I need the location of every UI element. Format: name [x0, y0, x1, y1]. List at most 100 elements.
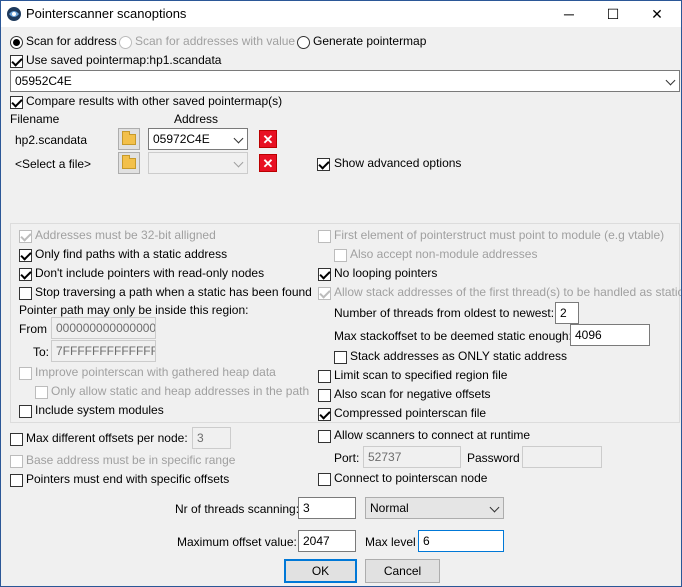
delete-icon: ✕ [262, 155, 274, 171]
scan-for-value-radio[interactable] [119, 36, 132, 49]
compare-row-filename: <Select a file> [15, 157, 92, 171]
thread-priority-select[interactable]: Normal [365, 497, 504, 519]
allow-runtime-label: Allow scanners to connect at runtime [334, 428, 531, 442]
chevron-down-icon [665, 75, 676, 86]
negative-offsets-checkbox[interactable] [318, 389, 331, 402]
port-field[interactable]: 52737 [363, 446, 461, 468]
address-combobox[interactable]: 05952C4E [10, 70, 680, 92]
max-level-field[interactable]: 6 [418, 530, 504, 552]
threads-oldest-label: Number of threads from oldest to newest: [334, 306, 555, 320]
accept-non-module-label: Also accept non-module addresses [350, 247, 538, 261]
only-static-heap-checkbox[interactable] [35, 386, 48, 399]
include-system-checkbox[interactable] [19, 405, 32, 418]
no-looping-checkbox[interactable] [318, 268, 331, 281]
folder-icon [122, 130, 136, 145]
password-field[interactable] [522, 446, 602, 468]
compare-results-checkbox[interactable] [10, 96, 23, 109]
address-combobox-value: 05952C4E [15, 74, 72, 88]
only-static-heap-label: Only allow static and heap addresses in … [51, 384, 310, 398]
maximize-button[interactable]: ☐ [591, 1, 635, 27]
base-address-range-checkbox[interactable] [10, 455, 23, 468]
folder-icon [122, 154, 136, 169]
max-offset-field[interactable]: 2047 [298, 530, 356, 552]
password-label: Password [467, 451, 520, 465]
max-offsets-label: Max different offsets per node: [26, 431, 188, 445]
max-offsets-checkbox[interactable] [10, 433, 23, 446]
threads-oldest-field[interactable]: 2 [555, 302, 579, 324]
connect-node-checkbox[interactable] [318, 473, 331, 486]
compare-row-address-combo[interactable]: 05972C4E [148, 128, 248, 150]
threads-label: Nr of threads scanning: [175, 502, 300, 516]
stop-traversing-label: Stop traversing a path when a static has… [35, 285, 312, 299]
delete-row-button[interactable]: ✕ [259, 130, 277, 148]
stop-traversing-checkbox[interactable] [19, 287, 32, 300]
compare-results-label: Compare results with other saved pointer… [26, 94, 283, 108]
delete-icon: ✕ [262, 131, 274, 147]
compressed-checkbox[interactable] [318, 408, 331, 421]
title-bar: Pointerscanner scanoptions ─ ☐ ✕ [1, 1, 681, 27]
no-readonly-label: Don't include pointers with read-only no… [35, 266, 265, 280]
allow-stack-label: Allow stack addresses of the first threa… [334, 285, 682, 299]
cancel-button[interactable]: Cancel [365, 559, 440, 583]
app-icon [7, 7, 21, 21]
only-static-label: Only find paths with a static address [35, 247, 228, 261]
compressed-label: Compressed pointerscan file [334, 406, 487, 420]
to-address-field[interactable]: 7FFFFFFFFFFFFFFF [51, 340, 156, 362]
close-button[interactable]: ✕ [635, 1, 679, 27]
base-address-range-label: Base address must be in specific range [26, 453, 236, 467]
max-stackoffset-label: Max stackoffset to be deemed static enou… [334, 329, 572, 343]
allow-stack-checkbox[interactable] [318, 287, 331, 300]
stack-only-static-checkbox[interactable] [334, 351, 347, 364]
generate-pointermap-label: Generate pointermap [313, 34, 427, 48]
delete-row-button[interactable]: ✕ [259, 154, 277, 172]
end-with-offsets-checkbox[interactable] [10, 474, 23, 487]
first-element-label: First element of pointerstruct must poin… [334, 228, 665, 242]
scan-for-address-label: Scan for address [26, 34, 117, 48]
filename-header: Filename [10, 112, 60, 126]
only-static-checkbox[interactable] [19, 249, 32, 262]
max-offsets-field[interactable]: 3 [192, 427, 231, 449]
use-saved-pointermap-checkbox[interactable] [10, 55, 23, 68]
thread-priority-value: Normal [370, 501, 409, 515]
chevron-down-icon [233, 157, 244, 168]
minimize-button[interactable]: ─ [547, 1, 591, 27]
must-be-32bit-checkbox[interactable] [19, 230, 32, 243]
chevron-down-icon [489, 502, 500, 513]
no-looping-label: No looping pointers [334, 266, 438, 280]
region-caption: Pointer path may only be inside this reg… [19, 303, 249, 317]
compare-row-address-combo[interactable] [148, 152, 248, 174]
threads-field[interactable]: 3 [298, 497, 356, 519]
negative-offsets-label: Also scan for negative offsets [334, 387, 491, 401]
compare-row-filename: hp2.scandata [15, 133, 88, 147]
max-offset-label: Maximum offset value: [177, 535, 297, 549]
max-stackoffset-field[interactable]: 4096 [570, 324, 650, 346]
connect-node-label: Connect to pointerscan node [334, 471, 488, 485]
must-be-32bit-label: Addresses must be 32-bit alligned [35, 228, 216, 242]
show-advanced-label: Show advanced options [334, 156, 462, 170]
compare-row-address-value: 05972C4E [153, 132, 210, 146]
open-file-button[interactable] [118, 128, 140, 150]
open-file-button[interactable] [118, 152, 140, 174]
limit-region-checkbox[interactable] [318, 370, 331, 383]
max-level-label: Max level [365, 535, 416, 549]
first-element-checkbox[interactable] [318, 230, 331, 243]
allow-runtime-checkbox[interactable] [318, 430, 331, 443]
chevron-down-icon [233, 133, 244, 144]
from-address-field[interactable]: 0000000000000000 [51, 317, 156, 339]
dialog-window: Pointerscanner scanoptions ─ ☐ ✕ Scan fo… [0, 0, 682, 587]
port-label: Port: [334, 451, 360, 465]
accept-non-module-checkbox[interactable] [334, 249, 347, 262]
improve-heap-checkbox[interactable] [19, 367, 32, 380]
stack-only-static-label: Stack addresses as ONLY static address [350, 349, 567, 363]
address-header: Address [174, 112, 219, 126]
improve-heap-label: Improve pointerscan with gathered heap d… [35, 365, 276, 379]
include-system-label: Include system modules [35, 403, 164, 417]
generate-pointermap-radio[interactable] [297, 36, 310, 49]
use-saved-pointermap-label: Use saved pointermap:hp1.scandata [26, 53, 222, 67]
scan-for-address-radio[interactable] [10, 36, 23, 49]
limit-region-label: Limit scan to specified region file [334, 368, 508, 382]
ok-button[interactable]: OK [284, 559, 357, 583]
no-readonly-checkbox[interactable] [19, 268, 32, 281]
window-title: Pointerscanner scanoptions [26, 6, 187, 21]
show-advanced-checkbox[interactable] [317, 158, 330, 171]
